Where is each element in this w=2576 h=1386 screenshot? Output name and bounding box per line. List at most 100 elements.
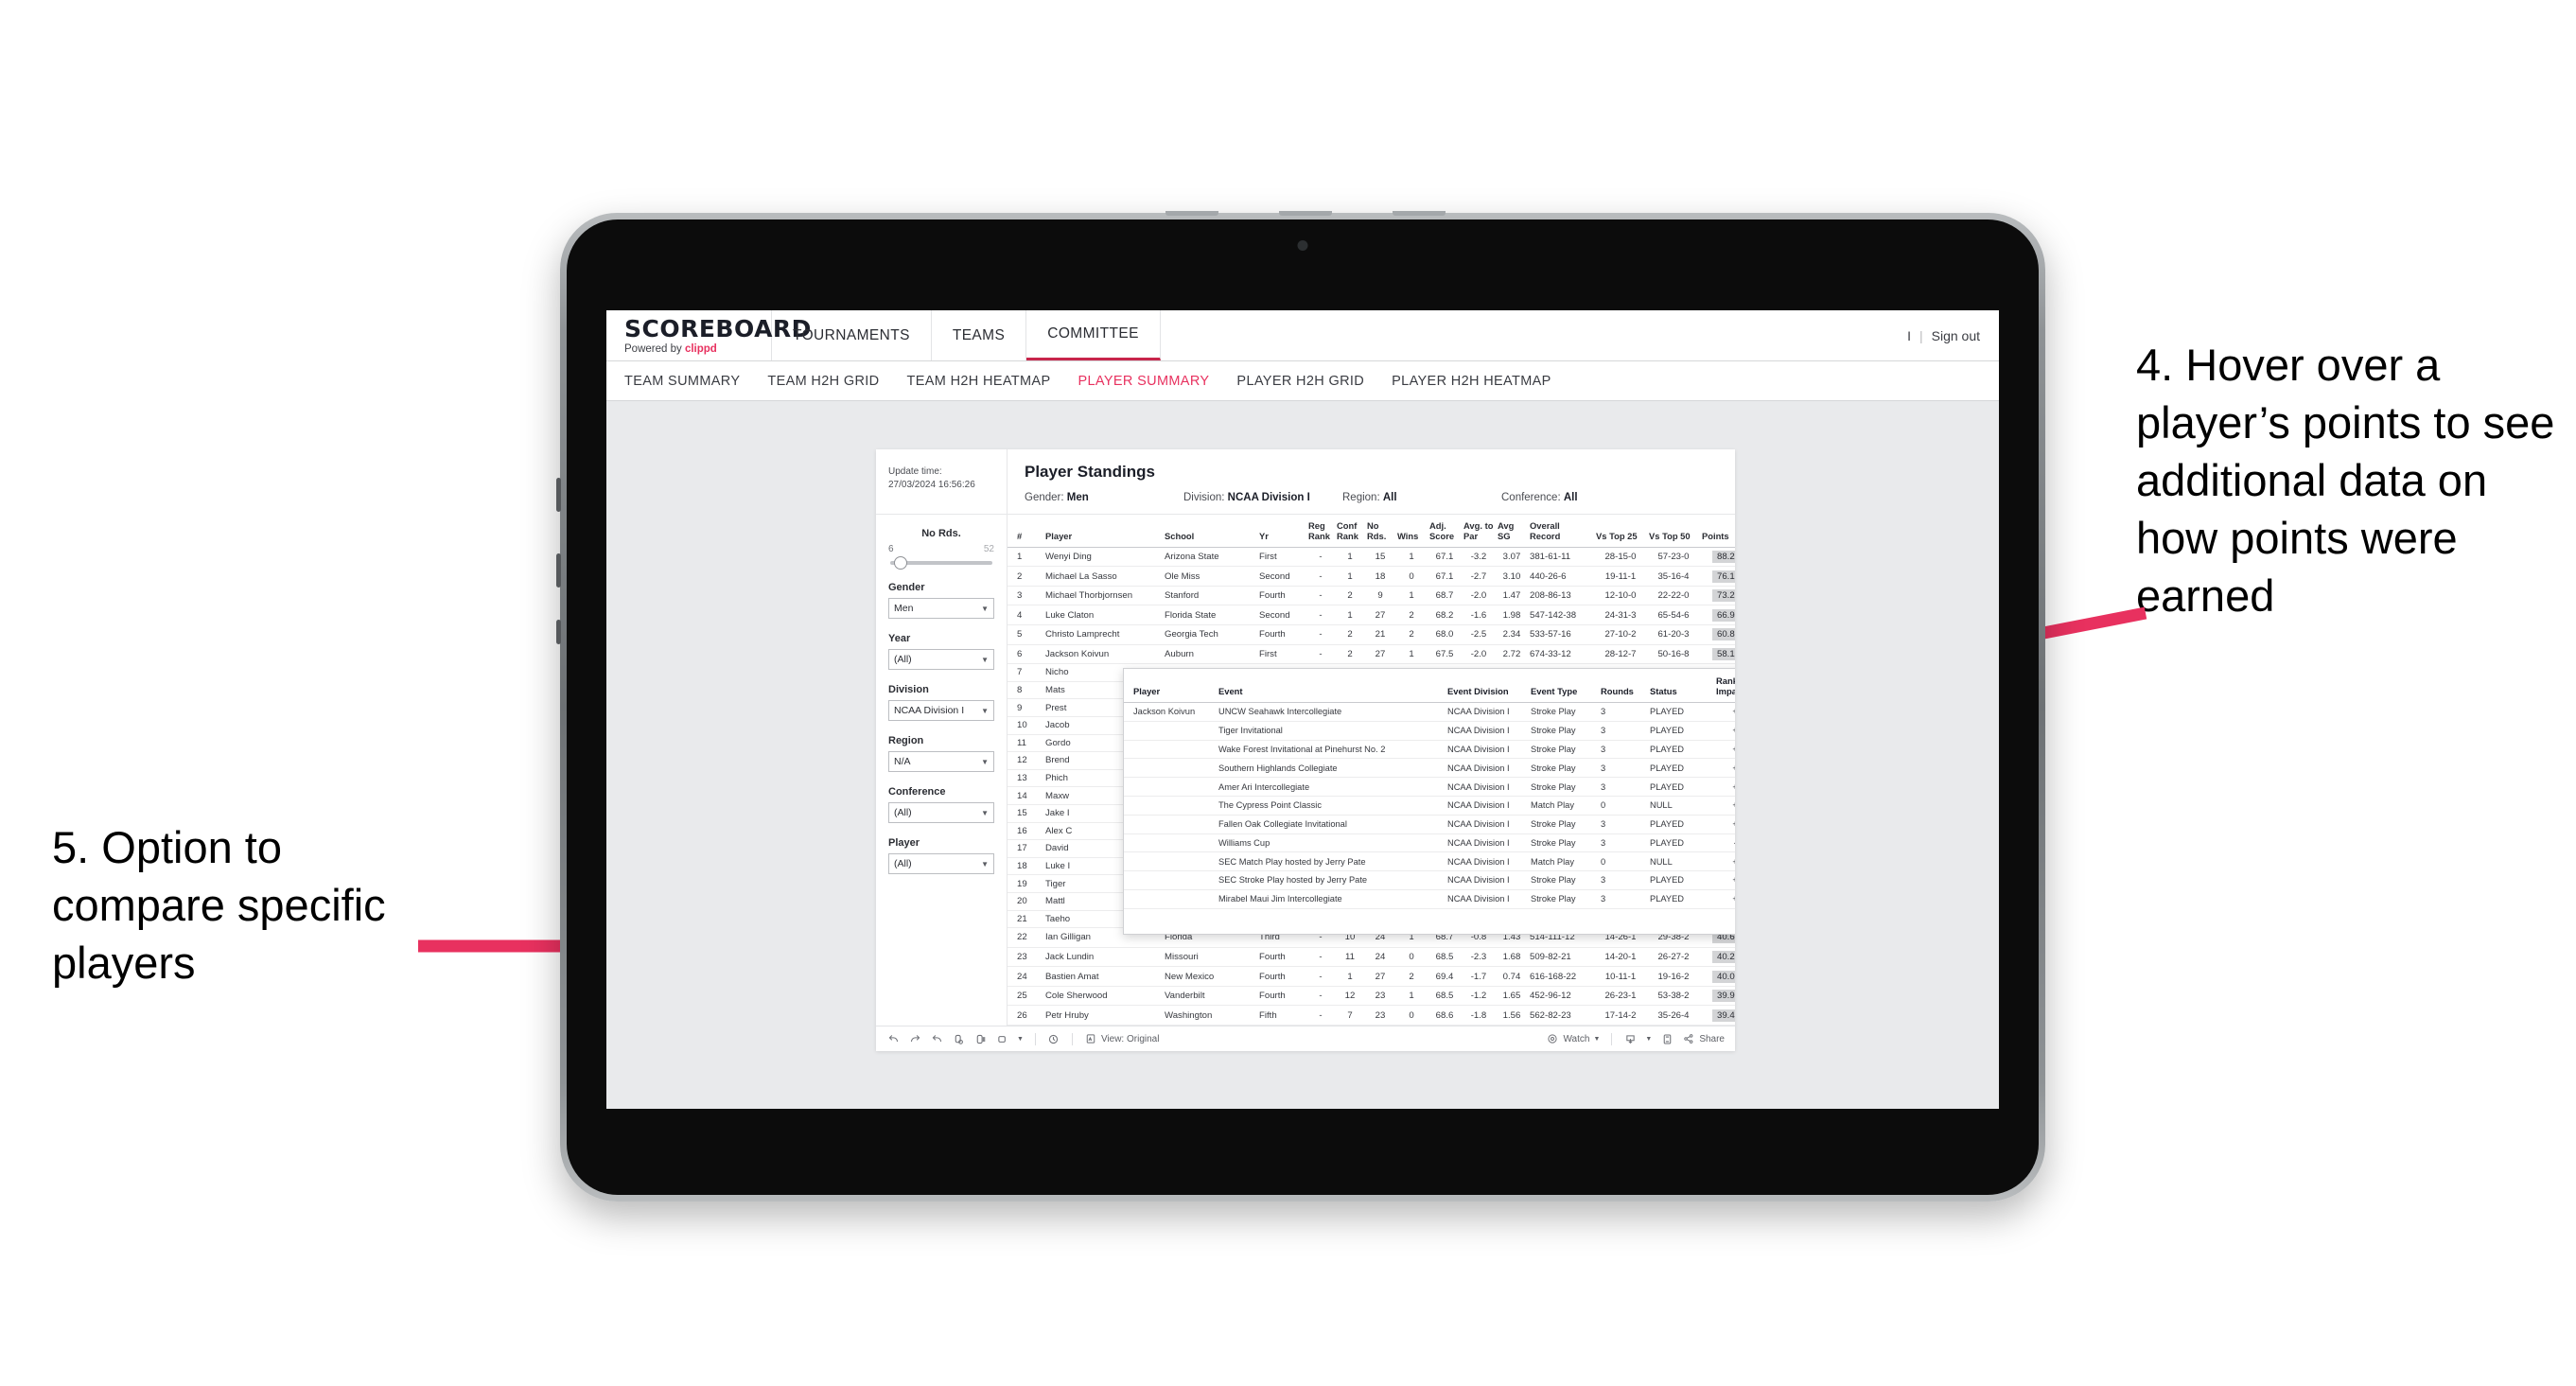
clipboard-dropdown-caret-icon[interactable]: ▼: [1017, 1036, 1024, 1043]
col-header-no-rds[interactable]: No Rds.: [1365, 515, 1395, 548]
points-value[interactable]: 40.02: [1712, 970, 1735, 983]
points-value[interactable]: 73.22: [1712, 589, 1735, 603]
table-row[interactable]: 1 Wenyi Ding Arizona State First -1 15 1 67.1 -3…: [1008, 547, 1735, 568]
tablet-power-button[interactable]: [556, 620, 561, 644]
cell-points[interactable]: 66.94: [1700, 605, 1735, 625]
table-row[interactable]: 3 Michael Thorbjornsen Stanford Fourth -2 9 1 6…: [1008, 586, 1735, 606]
cell-points[interactable]: 40.02: [1700, 966, 1735, 987]
filter-label-year: Year: [888, 633, 911, 644]
summary-filter-division-label: Division:: [1183, 492, 1225, 503]
watch-button[interactable]: Watch ▼: [1546, 1032, 1600, 1045]
subnav-item-team-h2h-grid[interactable]: TEAM H2H GRID: [767, 374, 879, 389]
undo-icon[interactable]: [886, 1032, 900, 1045]
points-value[interactable]: 66.94: [1712, 608, 1735, 622]
table-row[interactable]: 24 Bastien Amat New Mexico Fourth -1 27 2 69.4-…: [1008, 966, 1735, 987]
col-header-points[interactable]: Points: [1700, 515, 1735, 548]
col-header-vs-top-25[interactable]: Vs Top 25: [1594, 515, 1647, 548]
top-navigation: TOURNAMENTS TEAMS COMMITTEE: [772, 310, 1161, 360]
sign-out-link[interactable]: Sign out: [1932, 328, 1980, 343]
table-row[interactable]: 25 Cole Sherwood Vanderbilt Fourth -12 23 1 68.…: [1008, 986, 1735, 1007]
filter-select-conference[interactable]: (All) ▼: [888, 802, 994, 823]
col-header-avg-sg[interactable]: Avg SG: [1496, 515, 1528, 548]
col-header-overall-record[interactable]: Overall Record: [1528, 515, 1594, 548]
redo-icon[interactable]: [908, 1032, 921, 1045]
subnav-item-player-summary[interactable]: PLAYER SUMMARY: [1078, 374, 1209, 389]
tooltip-cell-event: The Cypress Point Classic: [1216, 796, 1445, 816]
subnav-item-player-h2h-heatmap[interactable]: PLAYER H2H HEATMAP: [1392, 374, 1551, 389]
col-header-reg-rank[interactable]: Reg Rank: [1306, 515, 1335, 548]
cell-par: -2.0: [1462, 586, 1496, 606]
col-header-school[interactable]: School: [1163, 515, 1257, 548]
cell-points[interactable]: 40.27: [1700, 947, 1735, 968]
points-value[interactable]: 60.89: [1712, 628, 1735, 641]
clipboard-icon[interactable]: [995, 1032, 1008, 1045]
points-value[interactable]: 58.18: [1712, 647, 1735, 660]
tooltip-row: SEC Match Play hosted by Jerry Pate NCAA …: [1124, 851, 1735, 872]
table-row[interactable]: 4 Luke Claton Florida State Second -1 27 2 68.2…: [1008, 605, 1735, 625]
points-value[interactable]: 40.27: [1712, 950, 1735, 963]
filter-select-player[interactable]: (All) ▼: [888, 853, 994, 874]
filter-select-division[interactable]: NCAA Division I ▼: [888, 700, 994, 721]
no-rounds-slider-track[interactable]: [890, 556, 992, 570]
tooltip-cell-status: PLAYED: [1647, 758, 1713, 779]
col-header-player[interactable]: Player: [1043, 515, 1163, 548]
share-button[interactable]: Share: [1682, 1032, 1725, 1045]
cell-n: 24: [1008, 966, 1043, 987]
cell-points[interactable]: 39.95: [1700, 986, 1735, 1007]
filter-group-year: Year (All) ▼: [888, 633, 994, 670]
cell-t25: 28-12-7: [1594, 644, 1647, 665]
cell-wins: 1: [1395, 986, 1428, 1007]
filter-select-region[interactable]: N/A ▼: [888, 751, 994, 772]
tablet-volume-button-down[interactable]: [556, 553, 561, 588]
topnav-item-teams[interactable]: TEAMS: [932, 310, 1027, 360]
cell-points[interactable]: 39.49: [1700, 1005, 1735, 1026]
subnav-item-team-h2h-heatmap[interactable]: TEAM H2H HEATMAP: [907, 374, 1051, 389]
col-header-adj-score[interactable]: Adj. Score: [1428, 515, 1462, 548]
user-initial[interactable]: I: [1907, 328, 1911, 343]
col-header-vs-top-50[interactable]: Vs Top 50: [1647, 515, 1700, 548]
update-time-label: Update time:: [888, 466, 942, 477]
download-icon[interactable]: [1623, 1032, 1637, 1045]
revert-icon[interactable]: [930, 1032, 943, 1045]
table-row[interactable]: 5 Christo Lamprecht Georgia Tech Fourth -2 21…: [1008, 624, 1735, 645]
cell-points[interactable]: 60.89: [1700, 624, 1735, 645]
view-original-button[interactable]: View: Original: [1084, 1032, 1159, 1045]
table-row[interactable]: 2 Michael La Sasso Ole Miss Second -1 18 0 67.1…: [1008, 566, 1735, 587]
points-value[interactable]: 39.49: [1712, 1009, 1735, 1022]
points-value[interactable]: 39.95: [1712, 990, 1735, 1003]
tablet-volume-button-up[interactable]: [556, 478, 561, 512]
tooltip-cell-impact: + 0: [1713, 740, 1735, 760]
no-rounds-slider-handle[interactable]: [894, 556, 907, 570]
filter-select-year[interactable]: (All) ▼: [888, 649, 994, 670]
table-row[interactable]: 6 Jackson Koivun Auburn First -2 27 1 67.5 -2.0 2…: [1008, 644, 1735, 665]
app-logo[interactable]: SCOREBOARD Powered by clippd: [606, 310, 811, 360]
col-header-yr[interactable]: Yr: [1257, 515, 1306, 548]
table-row[interactable]: 26 Petr Hruby Washington Fifth -7 23 0 68.6 -1.8…: [1008, 1005, 1735, 1026]
col-header-rank[interactable]: #: [1008, 515, 1043, 548]
topnav-item-tournaments[interactable]: TOURNAMENTS: [772, 310, 932, 360]
subnav-item-team-summary[interactable]: TEAM SUMMARY: [624, 374, 740, 389]
table-row[interactable]: 23 Jack Lundin Missouri Fourth -11 24 0 68.5 -2.…: [1008, 947, 1735, 968]
points-value[interactable]: 88.22: [1712, 550, 1735, 563]
download-dropdown-caret-icon[interactable]: ▼: [1645, 1036, 1652, 1043]
topnav-item-committee[interactable]: COMMITTEE: [1026, 310, 1161, 360]
cell-yr: Fourth: [1257, 947, 1306, 968]
cell-points[interactable]: 76.12: [1700, 566, 1735, 587]
cell-points[interactable]: 58.18: [1700, 644, 1735, 665]
cell-points[interactable]: 88.22: [1700, 547, 1735, 568]
col-header-wins[interactable]: Wins: [1395, 515, 1428, 548]
points-value[interactable]: 76.12: [1712, 570, 1735, 583]
cell-points[interactable]: 73.22: [1700, 586, 1735, 606]
cell-par: -2.0: [1462, 644, 1496, 665]
pause-auto-update-icon[interactable]: [973, 1032, 987, 1045]
tooltip-cell-impact: + 1: [1713, 889, 1735, 909]
col-header-conf-rank[interactable]: Conf Rank: [1335, 515, 1365, 548]
cell-n: 18: [1008, 857, 1043, 876]
subnav-item-player-h2h-grid[interactable]: PLAYER H2H GRID: [1236, 374, 1364, 389]
fullscreen-icon[interactable]: [1660, 1032, 1674, 1045]
cell-conf: 2: [1335, 624, 1365, 645]
filter-select-gender[interactable]: Men ▼: [888, 598, 994, 619]
pause-refresh-icon[interactable]: [952, 1032, 965, 1045]
col-header-avg-to-par[interactable]: Avg. to Par: [1462, 515, 1496, 548]
refresh-icon[interactable]: [1047, 1032, 1060, 1045]
